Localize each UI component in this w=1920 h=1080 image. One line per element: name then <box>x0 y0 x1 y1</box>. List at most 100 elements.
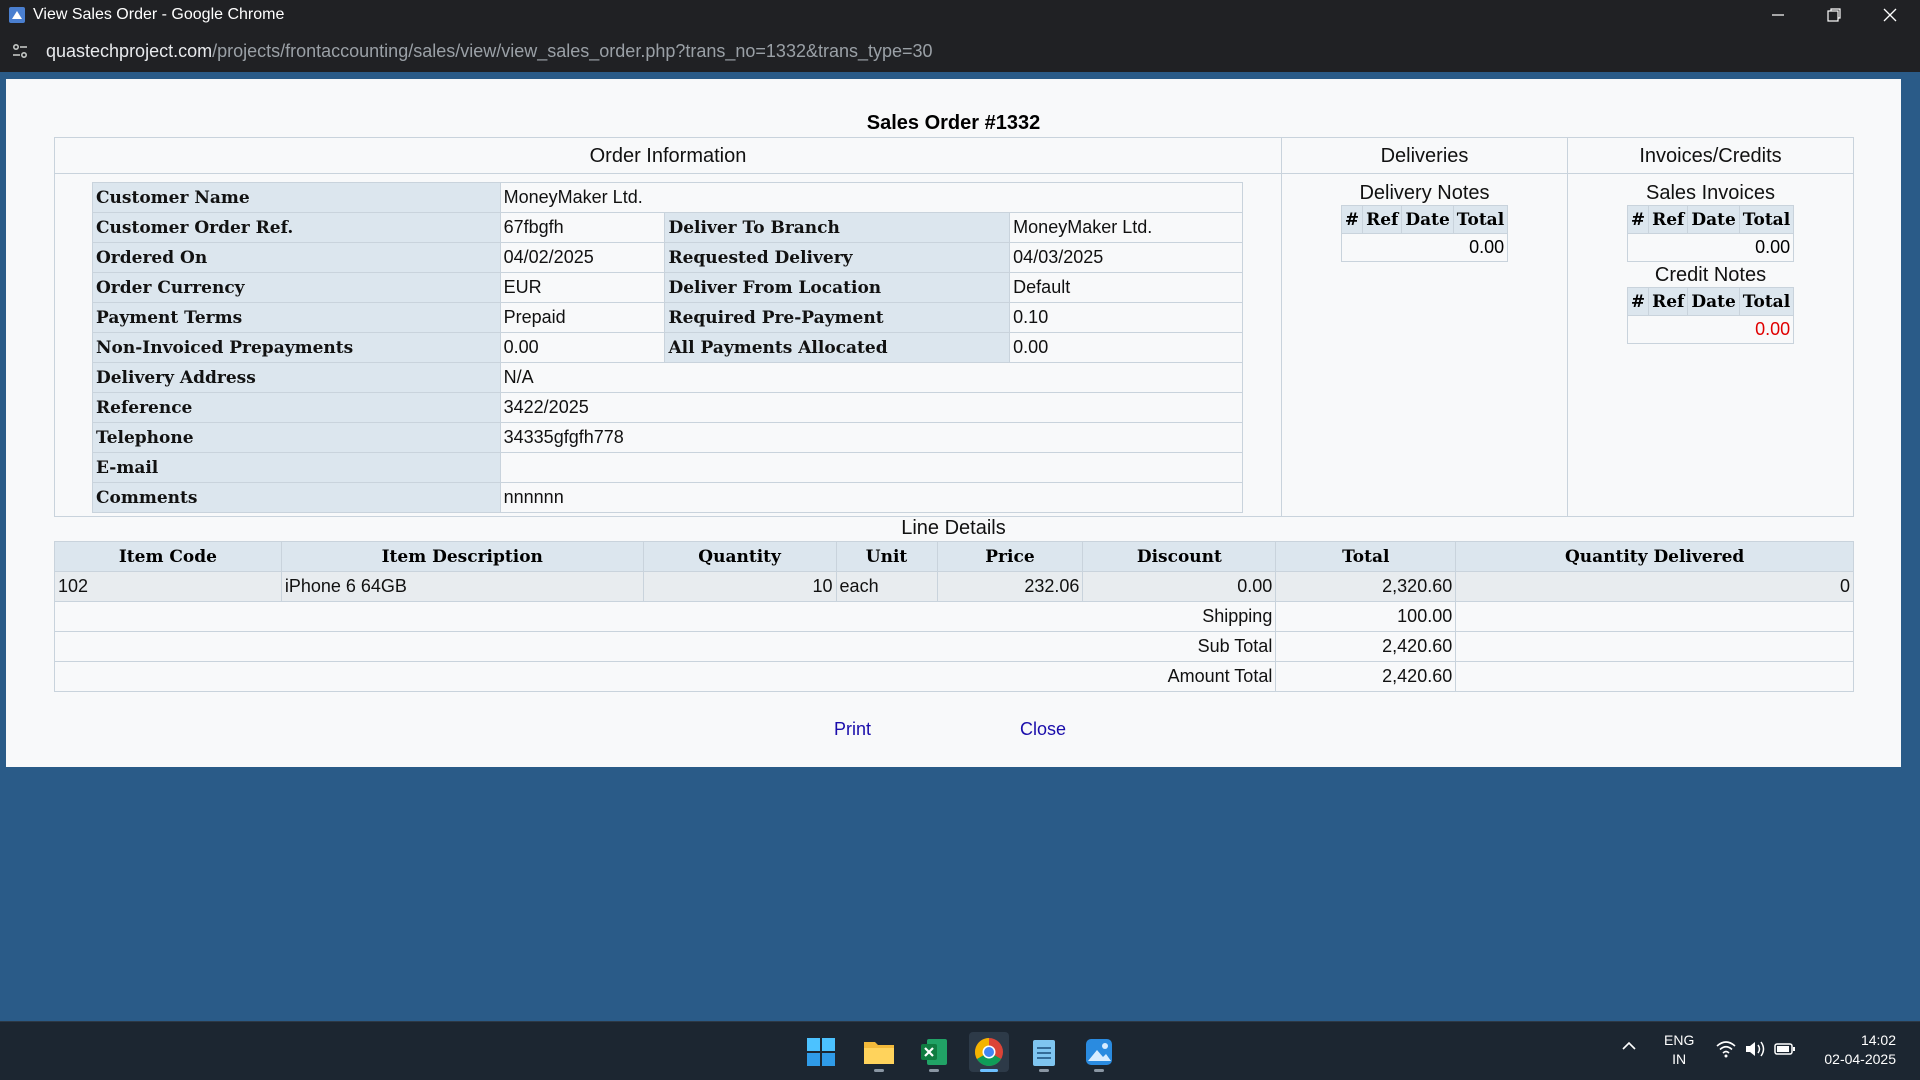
delivery-notes-table: # Ref Date Total 0.00 <box>1340 205 1509 262</box>
system-status-button[interactable] <box>1716 1040 1796 1061</box>
sales-invoices-table: # Ref Date Total 0.00 <box>1626 205 1795 262</box>
info-row: Telephone 34335gfgfh778 <box>92 422 1244 453</box>
comments-label: Comments <box>92 482 501 513</box>
app-icon <box>9 7 25 23</box>
customer-name-value: MoneyMaker Ltd. <box>499 182 1244 213</box>
clock-time: 14:02 <box>1860 1032 1896 1048</box>
clock[interactable]: 14:02 02-04-2025 <box>1812 1031 1896 1069</box>
empty-cell <box>1455 631 1854 662</box>
col-header: # <box>1626 205 1650 234</box>
empty-cell <box>1455 661 1854 692</box>
col-header: # <box>1626 287 1650 316</box>
col-header: # <box>1340 205 1364 234</box>
all-payments-value: 0.00 <box>1009 332 1243 363</box>
empty-cell <box>1455 601 1854 632</box>
info-row: Delivery Address N/A <box>92 362 1244 393</box>
item-code-cell: 102 <box>54 571 282 602</box>
excel-icon <box>921 1039 947 1065</box>
deliver-to-branch-value: MoneyMaker Ltd. <box>1009 212 1243 243</box>
col-header: Ref <box>1648 287 1689 316</box>
info-row: Ordered On 04/02/2025 Requested Delivery… <box>92 242 1243 273</box>
total-cell: 2,320.60 <box>1275 571 1457 602</box>
subtotal-value: 2,420.60 <box>1275 631 1457 662</box>
reference-label: Reference <box>92 392 501 423</box>
customer-ref-label: Customer Order Ref. <box>92 212 501 243</box>
col-header: Total <box>1452 205 1509 234</box>
delivery-notes-total: 0.00 <box>1340 233 1509 262</box>
start-button[interactable] <box>801 1032 841 1072</box>
comments-value: nnnnnn <box>499 482 1244 513</box>
line-details-table: Item Code Item Description Quantity Unit… <box>53 541 1854 692</box>
print-link[interactable]: Print <box>834 719 871 740</box>
subtotal-label: Sub Total <box>53 631 1277 662</box>
info-row: Payment Terms Prepaid Required Pre-Payme… <box>92 302 1243 333</box>
subtotal-row: Sub Total 2,420.60 <box>53 631 1854 662</box>
close-link[interactable]: Close <box>1020 719 1066 740</box>
delivery-notes-title: Delivery Notes <box>1359 182 1490 204</box>
deliveries-section: Deliveries Delivery Notes # Ref Date Tot… <box>1282 138 1568 516</box>
url-text[interactable]: quastechproject.com/projects/frontaccoun… <box>46 41 933 62</box>
col-header: Total <box>1275 541 1457 572</box>
item-description-cell: iPhone 6 64GB <box>280 571 644 602</box>
taskbar-file-explorer[interactable] <box>859 1032 899 1072</box>
table-row: 102 iPhone 6 64GB 10 each 232.06 0.00 2,… <box>54 571 1854 602</box>
close-icon <box>1883 8 1897 22</box>
email-value <box>499 452 1244 483</box>
taskbar-excel[interactable] <box>914 1032 954 1072</box>
window-titlebar: View Sales Order - Google Chrome <box>0 0 1920 30</box>
email-label: E-mail <box>92 452 501 483</box>
taskbar-chrome[interactable] <box>969 1032 1009 1072</box>
deliveries-heading: Deliveries <box>1282 138 1567 174</box>
info-row: Non-Invoiced Prepayments 0.00 All Paymen… <box>92 332 1243 363</box>
taskbar-notepad[interactable] <box>1024 1032 1064 1072</box>
restore-button[interactable] <box>1806 0 1862 30</box>
col-header: Quantity Delivered <box>1455 541 1854 572</box>
page-title: Sales Order #1332 <box>866 112 1041 134</box>
deliver-to-branch-label: Deliver To Branch <box>664 212 1011 243</box>
shipping-label: Shipping <box>53 601 1277 632</box>
credit-notes-title: Credit Notes <box>1654 264 1767 286</box>
col-header: Ref <box>1648 205 1689 234</box>
all-payments-label: All Payments Allocated <box>664 332 1011 363</box>
price-cell: 232.06 <box>936 571 1084 602</box>
col-header: Discount <box>1082 541 1277 572</box>
running-indicator <box>980 1069 998 1072</box>
shipping-row: Shipping 100.00 <box>53 601 1854 632</box>
chevron-up-icon <box>1622 1041 1636 1050</box>
discount-cell: 0.00 <box>1082 571 1277 602</box>
address-bar[interactable]: quastechproject.com/projects/frontaccoun… <box>0 30 1920 72</box>
shipping-value: 100.00 <box>1275 601 1457 632</box>
running-indicator <box>874 1069 884 1072</box>
quantity-delivered-cell: 0 <box>1455 571 1854 602</box>
line-details-title: Line Details <box>901 517 1006 539</box>
col-header: Item Code <box>54 541 282 572</box>
language-line-1: ENG <box>1664 1032 1695 1048</box>
invoices-section: Invoices/Credits Sales Invoices # Ref Da… <box>1568 138 1853 516</box>
order-information-section: Order Information Customer Name MoneyMak… <box>55 138 1282 516</box>
col-header: Quantity <box>642 541 837 572</box>
info-row: E-mail <box>92 452 1244 483</box>
close-window-button[interactable] <box>1862 0 1918 30</box>
tray-overflow-button[interactable] <box>1621 1039 1637 1056</box>
info-row: Reference 3422/2025 <box>92 392 1244 423</box>
language-indicator[interactable]: ENG IN <box>1664 1031 1694 1069</box>
customer-name-label: Customer Name <box>92 182 501 213</box>
minimize-button[interactable] <box>1750 0 1806 30</box>
payment-terms-value: Prepaid <box>499 302 666 333</box>
taskbar-photos[interactable] <box>1079 1032 1119 1072</box>
delivery-address-label: Delivery Address <box>92 362 501 393</box>
running-indicator <box>929 1069 939 1072</box>
col-header: Total <box>1738 287 1795 316</box>
running-indicator <box>1094 1069 1104 1072</box>
credit-notes-table: # Ref Date Total 0.00 <box>1626 287 1795 344</box>
info-row: Comments nnnnnn <box>92 482 1244 513</box>
site-info-icon[interactable] <box>10 41 30 61</box>
deliver-from-label: Deliver From Location <box>664 272 1011 303</box>
photos-icon <box>1086 1039 1112 1065</box>
page-content: Sales Order #1332 Order Information Cust… <box>6 79 1901 767</box>
order-currency-label: Order Currency <box>92 272 501 303</box>
invoices-heading: Invoices/Credits <box>1568 138 1853 174</box>
language-line-2: IN <box>1672 1051 1687 1067</box>
clock-date: 02-04-2025 <box>1824 1051 1896 1067</box>
non-invoiced-label: Non-Invoiced Prepayments <box>92 332 501 363</box>
